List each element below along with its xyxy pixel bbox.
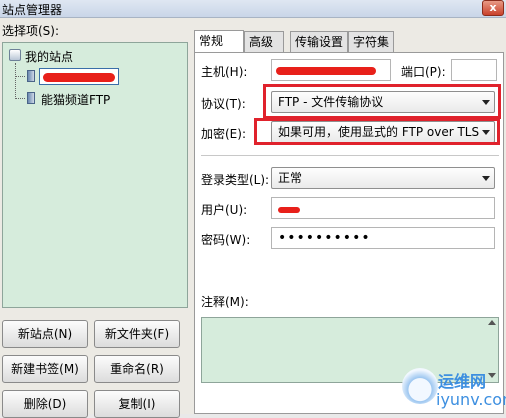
tree-item-redacted-site[interactable] — [39, 68, 119, 85]
site-tree[interactable]: 我的站点 能猫频道FTP — [2, 42, 188, 308]
user-label: 用户(U): — [201, 203, 248, 217]
protocol-highlight-box — [263, 84, 501, 119]
tab-charset[interactable]: 字符集 — [348, 31, 394, 53]
window-title: 站点管理器 — [2, 3, 63, 17]
folder-icon — [9, 49, 21, 61]
redacted-mark — [278, 207, 300, 213]
user-input[interactable] — [271, 197, 495, 219]
watermark-logo-icon — [402, 368, 438, 404]
redacted-mark — [43, 73, 115, 82]
watermark: 运维网 iyunv.com — [398, 362, 506, 414]
general-settings-panel: 主机(H): 端口(P): 协议(T): FTP - 文件传输协议 加密(E):… — [194, 52, 504, 414]
port-label: 端口(P): — [401, 65, 446, 79]
new-site-button[interactable]: 新站点(N) — [2, 320, 88, 348]
password-value: •••••••••• — [278, 230, 371, 246]
host-input[interactable] — [271, 59, 391, 81]
new-folder-button[interactable]: 新文件夹(F) — [94, 320, 180, 348]
tree-connector — [15, 98, 25, 99]
notes-label: 注释(M): — [201, 295, 249, 309]
tree-connector — [15, 63, 16, 99]
host-label: 主机(H): — [201, 65, 248, 79]
chevron-down-icon — [482, 176, 490, 181]
encryption-label: 加密(E): — [201, 127, 246, 141]
login-type-label: 登录类型(L): — [201, 173, 270, 187]
rename-button[interactable]: 重命名(R) — [94, 355, 180, 383]
close-button[interactable]: x — [482, 0, 504, 16]
tree-connector — [15, 76, 25, 77]
password-label: 密码(W): — [201, 233, 251, 247]
redacted-mark — [276, 67, 376, 75]
new-bookmark-button[interactable]: 新建书签(M) — [2, 355, 88, 383]
watermark-url: iyunv.com — [436, 390, 506, 409]
server-icon — [27, 92, 35, 104]
port-input[interactable] — [451, 59, 497, 81]
divider — [201, 155, 499, 156]
password-input[interactable]: •••••••••• — [271, 227, 495, 249]
login-type-value: 正常 — [278, 171, 303, 185]
login-type-select[interactable]: 正常 — [271, 167, 495, 189]
encryption-highlight-box — [254, 118, 500, 145]
tab-general[interactable]: 常规 — [194, 30, 244, 53]
protocol-label: 协议(T): — [201, 97, 246, 111]
server-icon — [27, 70, 35, 82]
site-manager-window: 站点管理器 x 选择项(S): 我的站点 能猫频道FTP 新站点(N) 新文件夹… — [0, 0, 506, 418]
select-entry-label: 选择项(S): — [2, 24, 60, 38]
title-bar: 站点管理器 x — [0, 0, 506, 18]
tree-root-my-sites[interactable]: 我的站点 — [25, 48, 73, 65]
tree-item-panda-ftp[interactable]: 能猫频道FTP — [41, 91, 110, 108]
scroll-up-icon[interactable] — [488, 320, 496, 325]
tab-transfer-settings[interactable]: 传输设置 — [290, 31, 348, 53]
tab-advanced[interactable]: 高级 — [244, 31, 284, 53]
watermark-text: 运维网 — [438, 372, 487, 391]
